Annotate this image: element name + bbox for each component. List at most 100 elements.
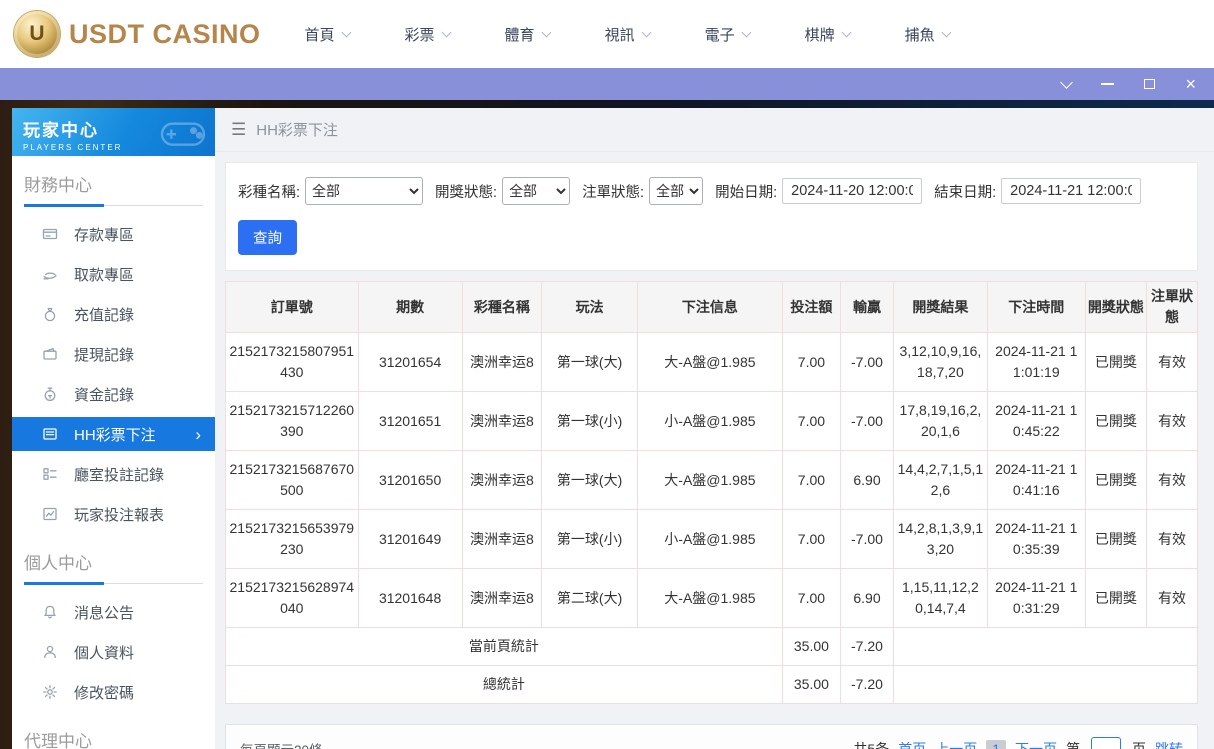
close-button[interactable]: × xyxy=(1185,75,1196,93)
gear-icon xyxy=(43,685,57,699)
nav-item-video[interactable]: 視訊 xyxy=(604,24,652,45)
column-header: 下注時間 xyxy=(986,281,1086,333)
sidebar-item-change-password[interactable]: 修改密碼› xyxy=(12,672,215,712)
sidebar: 玩家中心 PLAYERS CENTER 財務中心存款專區›取款專區›充值記錄›提… xyxy=(12,108,215,749)
current-page-badge[interactable]: 1 xyxy=(986,740,1006,749)
jump-page-input[interactable] xyxy=(1091,737,1121,749)
table-cell: 14,4,2,7,1,5,12,6 xyxy=(893,450,988,510)
nav-item-electronic[interactable]: 電子 xyxy=(705,24,752,45)
column-header: 期數 xyxy=(357,281,463,333)
table-cell: 7.00 xyxy=(781,509,841,569)
section-divider xyxy=(24,582,203,585)
table-cell: 澳洲幸运8 xyxy=(461,568,543,628)
minimize-button[interactable] xyxy=(1101,83,1115,85)
lottery-name-label: 彩種名稱: xyxy=(238,184,301,201)
table-cell: 澳洲幸运8 xyxy=(461,332,543,392)
nav-label: 視訊 xyxy=(604,26,635,44)
table-cell: 2152173215712260390 xyxy=(225,391,359,451)
sidebar-item-profile[interactable]: 個人資料› xyxy=(12,632,215,672)
table-cell: 31201649 xyxy=(357,509,463,569)
lottery-name-select[interactable]: 全部 xyxy=(305,177,424,205)
total-count: 共5条 xyxy=(853,741,890,749)
column-header: 輸贏 xyxy=(839,281,895,333)
gamepad-icon xyxy=(160,122,206,146)
table-cell: 7.00 xyxy=(781,332,841,392)
sidebar-item-label: 存款專區 xyxy=(74,226,135,244)
table-cell: 澳洲幸运8 xyxy=(461,450,543,510)
sidebar-item-withdrawal-record[interactable]: 提現記錄› xyxy=(12,334,215,374)
start-date-input[interactable] xyxy=(782,178,923,204)
table-cell: 6.90 xyxy=(839,568,895,628)
table-cell: 有效 xyxy=(1145,450,1199,510)
sidebar-item-funds-record[interactable]: 資金記錄› xyxy=(12,374,215,414)
table-cell: 31201654 xyxy=(357,332,463,392)
column-header: 訂單號 xyxy=(225,281,359,333)
chevron-right-icon: › xyxy=(195,424,201,444)
sidebar-item-label: 消息公告 xyxy=(74,604,135,622)
sidebar-item-hh-lottery-bet[interactable]: HH彩票下注 › xyxy=(12,417,215,451)
table-cell: 6.90 xyxy=(839,450,895,510)
nav-item-home[interactable]: 首頁 xyxy=(304,24,351,45)
order-status-select[interactable]: 全部 xyxy=(649,177,704,205)
table-cell: 第一球(小) xyxy=(541,391,639,451)
sidebar-item-hall-bet-record[interactable]: 廳室投註記錄› xyxy=(12,454,215,494)
jump-prefix-label: 第 xyxy=(1066,741,1080,749)
breadcrumb: ☰ HH彩票下注 xyxy=(215,108,1214,152)
summary-win-loss: -7.20 xyxy=(839,665,895,704)
logo[interactable]: U USDT CASINO xyxy=(14,11,261,57)
nav-item-lottery[interactable]: 彩票 xyxy=(405,24,451,45)
table-cell: 已開獎 xyxy=(1084,509,1147,569)
sidebar-item-player-bet-report[interactable]: 玩家投注報表› xyxy=(12,494,215,534)
end-date-label: 結束日期: xyxy=(934,184,997,201)
jump-button[interactable]: 跳转 xyxy=(1155,739,1183,749)
first-page-link[interactable]: 首页 xyxy=(898,739,926,749)
maximize-button[interactable] xyxy=(1144,79,1156,89)
logo-text: USDT CASINO xyxy=(69,18,261,49)
menu-icon[interactable]: ☰ xyxy=(231,120,246,140)
table-cell: 7.00 xyxy=(781,568,841,628)
chevron-down-icon xyxy=(441,27,451,38)
table-cell: 有效 xyxy=(1145,568,1199,628)
table-cell: 2024-11-21 10:41:16 xyxy=(986,450,1086,510)
sidebar-item-label: 修改密碼 xyxy=(74,684,135,702)
background-scene: 玩家中心 PLAYERS CENTER 財務中心存款專區›取款專區›充值記錄›提… xyxy=(0,100,1214,749)
summary-row: 總統計 35.00 -7.20 xyxy=(225,665,1198,704)
table-row: 2152173215653979230 31201649 澳洲幸运8 第一球(小) 小-… xyxy=(225,509,1199,569)
jump-suffix-label: 页 xyxy=(1132,741,1146,749)
draw-status-select[interactable]: 全部 xyxy=(502,177,571,205)
table-cell: 2152173215628974040 xyxy=(225,568,359,628)
table-cell: 2152173215653979230 xyxy=(225,509,359,569)
main-area: ☰ HH彩票下注 彩種名稱: 全部 開獎狀態: 全部 注單狀態: 全部 開始日期… xyxy=(215,108,1214,749)
window-dropdown-icon[interactable] xyxy=(1060,75,1074,89)
nav-item-sports[interactable]: 體育 xyxy=(505,24,552,45)
nav-label: 首頁 xyxy=(304,26,335,44)
table-cell: 小-A盤@1.985 xyxy=(637,391,783,451)
summary-empty xyxy=(893,627,1198,666)
table-cell: 31201648 xyxy=(357,568,463,628)
nav-item-fishing[interactable]: 捕魚 xyxy=(905,24,952,45)
end-date-input[interactable] xyxy=(1001,178,1142,204)
table-cell: 31201650 xyxy=(357,450,463,510)
table-cell: 1,15,11,12,20,14,7,4 xyxy=(893,568,988,628)
draw-status-label: 開獎狀態: xyxy=(435,184,498,201)
sidebar-item-notice[interactable]: 消息公告› xyxy=(12,592,215,632)
table-cell: 有效 xyxy=(1145,509,1199,569)
search-button[interactable]: 查詢 xyxy=(238,220,297,255)
summary-empty xyxy=(893,665,1198,704)
sidebar-item-deposit-area[interactable]: 存款專區› xyxy=(12,214,215,254)
section-label-agent-center: 代理中心 xyxy=(24,732,92,749)
sidebar-item-recharge-record[interactable]: 充值記錄› xyxy=(12,294,215,334)
prev-page-link[interactable]: 上一页 xyxy=(935,739,977,749)
sidebar-item-withdraw-area[interactable]: 取款專區› xyxy=(12,254,215,294)
sidebar-item-label: 玩家投注報表 xyxy=(74,506,165,524)
chevron-down-icon xyxy=(641,27,652,38)
wallet-icon xyxy=(43,347,57,360)
player-center-window: 玩家中心 PLAYERS CENTER 財務中心存款專區›取款專區›充值記錄›提… xyxy=(12,108,1214,749)
chart-icon xyxy=(43,507,57,521)
order-status-label: 注單狀態: xyxy=(582,184,645,201)
page-title: HH彩票下注 xyxy=(256,122,338,139)
next-page-link[interactable]: 下一页 xyxy=(1015,739,1057,749)
nav-item-chess[interactable]: 棋牌 xyxy=(805,24,852,45)
section-label-personal-center: 個人中心 xyxy=(24,554,92,573)
pager: 共5条 首页 上一页 1 下一页 第 页 跳转 xyxy=(853,737,1183,749)
